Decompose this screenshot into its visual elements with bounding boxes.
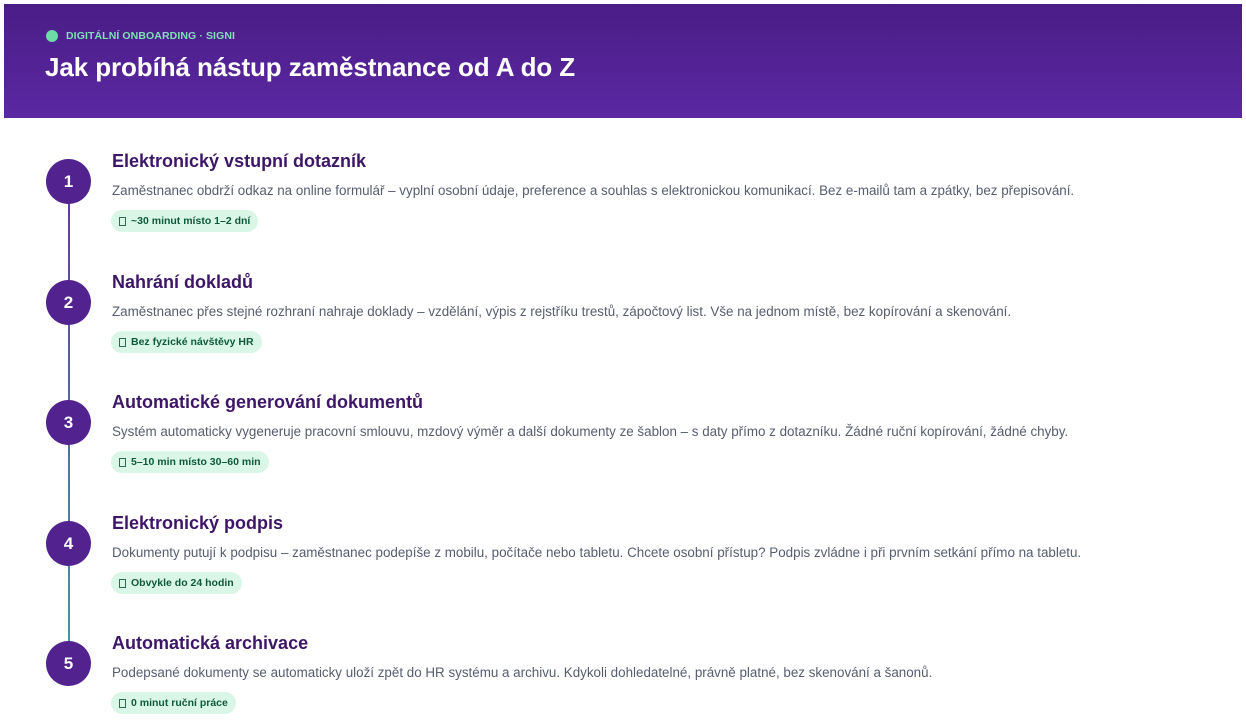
status-dot-icon	[46, 30, 58, 42]
missing-glyph-icon	[119, 337, 126, 347]
step-number: 1	[46, 159, 91, 204]
step-number: 3	[46, 400, 91, 445]
badge-text: 0 minut ruční práce	[131, 697, 228, 709]
missing-glyph-icon	[119, 578, 126, 588]
badge-text: ~30 minut místo 1–2 dní	[131, 215, 251, 227]
step-description: Dokumenty putují k podpisu – zaměstnanec…	[112, 545, 1082, 560]
step-number: 2	[46, 280, 91, 325]
step-3: 3 Automatické generování dokumentů Systé…	[0, 392, 1246, 512]
missing-glyph-icon	[119, 216, 126, 226]
step-title: Elektronický podpis	[112, 513, 284, 533]
step-title: Automatická archivace	[112, 633, 309, 653]
step-2: 2 Nahrání dokladů Zaměstnanec přes stejn…	[0, 272, 1246, 392]
badge-text: Bez fyzické návštěvy HR	[131, 336, 254, 348]
missing-glyph-icon	[119, 457, 126, 467]
step-description: Zaměstnanec přes stejné rozhraní nahraje…	[112, 304, 1012, 319]
page-title: Jak probíhá nástup zaměstnance od A do Z	[45, 52, 576, 82]
missing-glyph-icon	[119, 698, 126, 708]
badge-text: Obvykle do 24 hodin	[131, 577, 234, 589]
eyebrow-text: DIGITÁLNÍ ONBOARDING · SIGNI	[66, 30, 236, 42]
step-title: Nahrání dokladů	[112, 272, 254, 292]
step-1: 1 Elektronický vstupní dotazník Zaměstna…	[0, 151, 1246, 271]
step-number: 5	[46, 641, 91, 686]
step-title: Elektronický vstupní dotazník	[112, 151, 367, 171]
step-description: Zaměstnanec obdrží odkaz na online formu…	[112, 183, 1075, 198]
step-number: 4	[46, 521, 91, 566]
badge-text: 5–10 min místo 30–60 min	[131, 456, 261, 468]
step-4: 4 Elektronický podpis Dokumenty putují k…	[0, 513, 1246, 633]
step-description: Podepsané dokumenty se automaticky uloží…	[112, 665, 933, 680]
step-badge: 5–10 min místo 30–60 min	[111, 451, 269, 473]
page-header: DIGITÁLNÍ ONBOARDING · SIGNI Jak probíhá…	[4, 4, 1242, 118]
eyebrow: DIGITÁLNÍ ONBOARDING · SIGNI	[46, 30, 235, 42]
step-5: 5 Automatická archivace Podepsané dokume…	[0, 633, 1246, 728]
step-badge: ~30 minut místo 1–2 dní	[111, 210, 259, 232]
step-title: Automatické generování dokumentů	[112, 392, 424, 412]
step-badge: Obvykle do 24 hodin	[111, 572, 242, 594]
step-badge: Bez fyzické návštěvy HR	[111, 331, 262, 353]
step-badge: 0 minut ruční práce	[111, 692, 236, 714]
step-description: Systém automaticky vygeneruje pracovní s…	[112, 424, 1069, 439]
onboarding-page: DIGITÁLNÍ ONBOARDING · SIGNI Jak probíhá…	[0, 0, 1246, 728]
